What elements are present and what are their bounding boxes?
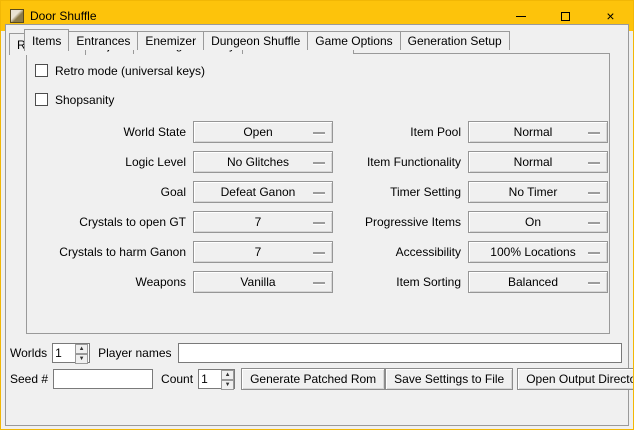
window: Door Shuffle × Randomize Adjust Starting… — [0, 0, 634, 430]
timer-setting-dropdown[interactable]: No Timer — [468, 181, 608, 203]
subtab-dungeon-shuffle[interactable]: Dungeon Shuffle — [203, 31, 308, 50]
spin-down-icon[interactable]: ▼ — [221, 380, 234, 390]
progressive-items-label: Progressive Items — [338, 215, 463, 229]
seed-row: Seed # Count ▲ ▼ Generate Patched Rom Sa… — [10, 368, 622, 390]
accessibility-label: Accessibility — [338, 245, 463, 259]
save-settings-button[interactable]: Save Settings to File — [385, 368, 513, 390]
player-names-label: Player names — [98, 346, 171, 360]
items-pane: Retro mode (universal keys) Shopsanity W… — [26, 53, 610, 334]
close-icon: × — [606, 9, 614, 23]
logic-level-label: Logic Level — [30, 155, 188, 169]
retro-mode-checkbox[interactable] — [35, 64, 48, 77]
crystals-ganon-label: Crystals to harm Ganon — [30, 245, 188, 259]
option-row: World State Open Item Pool Normal — [30, 121, 609, 143]
spin-down-icon[interactable]: ▼ — [75, 354, 88, 364]
shopsanity-label: Shopsanity — [55, 93, 114, 107]
crystals-ganon-dropdown[interactable]: 7 — [193, 241, 333, 263]
window-title: Door Shuffle — [30, 9, 97, 23]
item-functionality-dropdown[interactable]: Normal — [468, 151, 608, 173]
accessibility-dropdown[interactable]: 100% Locations — [468, 241, 608, 263]
option-row: Goal Defeat Ganon Timer Setting No Timer — [30, 181, 609, 203]
dropdown-indicator-icon — [588, 162, 600, 164]
dropdown-indicator-icon — [588, 282, 600, 284]
option-row: Logic Level No Glitches Item Functionali… — [30, 151, 609, 173]
shopsanity-row: Shopsanity — [27, 87, 609, 112]
crystals-gt-label: Crystals to open GT — [30, 215, 188, 229]
worlds-input[interactable] — [53, 344, 75, 362]
retro-mode-label: Retro mode (universal keys) — [55, 64, 205, 78]
shopsanity-checkbox[interactable] — [35, 93, 48, 106]
worlds-label: Worlds — [10, 346, 47, 360]
subtab-items[interactable]: Items — [24, 29, 69, 51]
dropdown-indicator-icon — [313, 222, 325, 224]
item-functionality-label: Item Functionality — [338, 155, 463, 169]
item-pool-label: Item Pool — [338, 125, 463, 139]
dropdown-indicator-icon — [588, 252, 600, 254]
dropdown-indicator-icon — [313, 132, 325, 134]
dropdown-indicator-icon — [313, 282, 325, 284]
dropdown-indicator-icon — [313, 252, 325, 254]
world-state-dropdown[interactable]: Open — [193, 121, 333, 143]
seed-label: Seed # — [10, 372, 48, 386]
weapons-dropdown[interactable]: Vanilla — [193, 271, 333, 293]
item-sorting-dropdown[interactable]: Balanced — [468, 271, 608, 293]
goal-label: Goal — [30, 185, 188, 199]
dropdown-indicator-icon — [313, 192, 325, 194]
options-grid: World State Open Item Pool Normal Logic … — [27, 121, 609, 293]
option-row: Crystals to harm Ganon 7 Accessibility 1… — [30, 241, 609, 263]
worlds-row: Worlds ▲ ▼ Player names — [10, 342, 622, 364]
worlds-stepper: ▲ ▼ — [52, 343, 90, 363]
open-output-directory-button[interactable]: Open Output Directory — [517, 368, 634, 390]
world-state-label: World State — [30, 125, 188, 139]
timer-setting-label: Timer Setting — [338, 185, 463, 199]
randomize-pane: Items Entrances Enemizer Dungeon Shuffle… — [5, 24, 629, 426]
progressive-items-dropdown[interactable]: On — [468, 211, 608, 233]
maximize-icon — [561, 12, 570, 21]
weapons-label: Weapons — [30, 275, 188, 289]
item-pool-dropdown[interactable]: Normal — [468, 121, 608, 143]
dropdown-indicator-icon — [313, 162, 325, 164]
dropdown-indicator-icon — [588, 222, 600, 224]
app-icon[interactable] — [10, 9, 24, 23]
player-names-input[interactable] — [178, 343, 623, 363]
minimize-icon — [516, 16, 526, 17]
spin-up-icon[interactable]: ▲ — [221, 370, 234, 380]
option-row: Weapons Vanilla Item Sorting Balanced — [30, 271, 609, 293]
dropdown-indicator-icon — [588, 192, 600, 194]
item-sorting-label: Item Sorting — [338, 275, 463, 289]
sub-tab-strip: Items Entrances Enemizer Dungeon Shuffle… — [6, 25, 628, 50]
logic-level-dropdown[interactable]: No Glitches — [193, 151, 333, 173]
generate-patched-rom-button[interactable]: Generate Patched Rom — [241, 368, 385, 390]
count-stepper: ▲ ▼ — [198, 369, 235, 389]
count-input[interactable] — [199, 370, 221, 388]
subtab-entrances[interactable]: Entrances — [68, 31, 138, 50]
spin-up-icon[interactable]: ▲ — [75, 344, 88, 354]
goal-dropdown[interactable]: Defeat Ganon — [193, 181, 333, 203]
option-row: Crystals to open GT 7 Progressive Items … — [30, 211, 609, 233]
count-label: Count — [161, 372, 193, 386]
dropdown-indicator-icon — [588, 132, 600, 134]
subtab-enemizer[interactable]: Enemizer — [137, 31, 204, 50]
seed-input[interactable] — [53, 369, 153, 389]
crystals-gt-dropdown[interactable]: 7 — [193, 211, 333, 233]
subtab-generation-setup[interactable]: Generation Setup — [400, 31, 510, 50]
subtab-game-options[interactable]: Game Options — [307, 31, 400, 50]
retro-mode-row: Retro mode (universal keys) — [27, 58, 609, 83]
